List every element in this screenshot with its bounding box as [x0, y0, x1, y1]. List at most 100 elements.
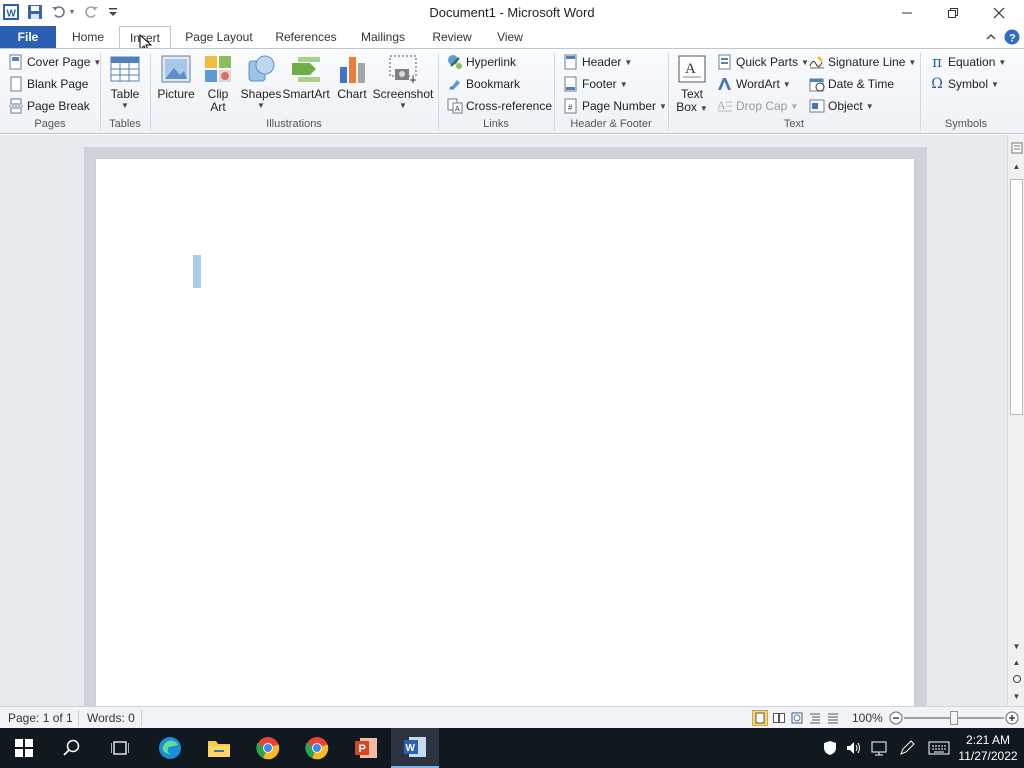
windows-taskbar: P W 2:21 AM 11/27/2022	[0, 728, 1024, 768]
drop-cap-button[interactable]: A Drop Cap ▼	[717, 96, 798, 116]
pen-icon[interactable]	[899, 740, 915, 756]
chart-button[interactable]: Chart	[334, 53, 370, 115]
outline-view-icon[interactable]	[807, 710, 823, 726]
symbol-button[interactable]: Ω Symbol ▼	[929, 74, 999, 94]
tab-review[interactable]: Review	[424, 26, 480, 48]
title-bar: W ▼ Document1 - Microsoft Word	[0, 0, 1024, 26]
clip-art-label-2: Art	[210, 100, 226, 114]
chrome-icon[interactable]	[244, 728, 292, 768]
tab-references[interactable]: References	[268, 26, 344, 48]
hyperlink-button[interactable]: Hyperlink	[447, 52, 516, 72]
tab-view[interactable]: View	[488, 26, 532, 48]
page-break-button[interactable]: Page Break	[8, 96, 90, 116]
window-title: Document1 - Microsoft Word	[429, 5, 595, 20]
tab-home[interactable]: Home	[62, 26, 114, 48]
zoom-out-icon[interactable]	[888, 710, 904, 726]
cover-page-button[interactable]: Cover Page ▼	[8, 52, 101, 72]
quick-parts-button[interactable]: Quick Parts ▼	[717, 52, 809, 72]
previous-page-button[interactable]: ▲	[1010, 655, 1023, 669]
footer-button[interactable]: Footer ▼	[563, 74, 628, 94]
draft-view-icon[interactable]	[825, 710, 841, 726]
ruler-toggle-icon[interactable]	[1010, 141, 1023, 155]
edge-icon[interactable]	[146, 728, 194, 768]
status-bar: Page: 1 of 1 Words: 0 100%	[0, 706, 1024, 728]
vertical-scrollbar[interactable]: ▲ ▼ ▲ ▼	[1007, 135, 1024, 706]
drop-cap-label: Drop Cap	[736, 99, 788, 113]
wordart-icon	[717, 76, 733, 92]
zoom-slider-thumb[interactable]	[950, 711, 958, 725]
quick-parts-icon	[717, 54, 733, 70]
header-icon	[563, 54, 579, 70]
group-label-tables: Tables	[109, 118, 141, 130]
header-button[interactable]: Header ▼	[563, 52, 632, 72]
date-time-icon	[809, 76, 825, 92]
select-browse-object-button[interactable]	[1010, 672, 1023, 686]
web-layout-icon[interactable]	[789, 710, 805, 726]
close-button[interactable]	[976, 0, 1022, 26]
svg-text:A: A	[717, 98, 726, 112]
signature-line-icon	[809, 54, 825, 70]
search-icon[interactable]	[48, 728, 96, 768]
table-button[interactable]: Table ▼	[104, 53, 146, 115]
object-button[interactable]: Object ▼	[809, 96, 874, 116]
picture-button[interactable]: Picture	[154, 53, 198, 115]
security-shield-icon[interactable]	[822, 740, 838, 756]
date-time-button[interactable]: Date & Time	[809, 74, 894, 94]
scroll-up-button[interactable]: ▲	[1010, 159, 1023, 173]
collapse-ribbon-icon[interactable]	[983, 29, 999, 45]
smartart-button[interactable]: SmartArt	[282, 53, 330, 115]
document-page[interactable]	[96, 159, 914, 719]
clock-date: 11/27/2022	[958, 749, 1018, 763]
cross-reference-button[interactable]: A Cross-reference	[447, 96, 552, 116]
smartart-label: SmartArt	[282, 87, 330, 101]
object-icon	[809, 98, 825, 114]
word-count[interactable]: Words: 0	[87, 711, 135, 725]
text-box-icon: A	[678, 55, 706, 83]
screenshot-button[interactable]: Screenshot ▼	[372, 53, 434, 115]
network-icon[interactable]	[871, 740, 887, 756]
page-break-icon	[8, 98, 24, 114]
keyboard-icon[interactable]	[928, 740, 950, 756]
clip-art-button[interactable]: Clip Art	[200, 53, 236, 115]
omega-icon: Ω	[931, 76, 943, 92]
chrome-icon[interactable]	[293, 728, 341, 768]
picture-icon	[161, 55, 191, 83]
full-screen-reading-icon[interactable]	[771, 710, 787, 726]
object-label: Object	[828, 99, 863, 113]
equation-button[interactable]: π Equation ▼	[929, 52, 1006, 72]
powerpoint-icon[interactable]: P	[342, 728, 390, 768]
tab-mailings[interactable]: Mailings	[352, 26, 414, 48]
bookmark-button[interactable]: Bookmark	[447, 74, 520, 94]
svg-text:P: P	[359, 743, 366, 755]
zoom-level[interactable]: 100%	[852, 711, 883, 725]
page-count[interactable]: Page: 1 of 1	[8, 711, 73, 725]
quick-parts-label: Quick Parts	[736, 55, 799, 69]
scroll-thumb[interactable]	[1010, 179, 1023, 415]
volume-icon[interactable]	[846, 740, 862, 756]
wordart-button[interactable]: WordArt ▼	[717, 74, 791, 94]
signature-line-label: Signature Line	[828, 55, 906, 69]
zoom-in-icon[interactable]	[1004, 710, 1020, 726]
minimize-button[interactable]	[884, 0, 930, 26]
screenshot-label: Screenshot	[372, 87, 434, 101]
group-label-illustrations: Illustrations	[266, 118, 322, 130]
shapes-button[interactable]: Shapes ▼	[240, 53, 282, 115]
system-clock[interactable]: 2:21 AM 11/27/2022	[952, 732, 1024, 764]
tab-file[interactable]: File	[0, 26, 56, 48]
task-view-icon[interactable]	[96, 728, 144, 768]
print-layout-view-icon[interactable]	[752, 710, 768, 726]
file-explorer-icon[interactable]	[195, 728, 243, 768]
next-page-button[interactable]: ▼	[1010, 689, 1023, 703]
tab-page-layout[interactable]: Page Layout	[178, 26, 260, 48]
text-box-button[interactable]: A Text Box ▼	[672, 53, 712, 115]
start-icon[interactable]	[0, 728, 48, 768]
document-area	[0, 135, 1007, 722]
word-icon[interactable]: W	[391, 728, 439, 768]
blank-page-button[interactable]: Blank Page	[8, 74, 88, 94]
signature-line-button[interactable]: Signature Line ▼	[809, 52, 916, 72]
scroll-down-button[interactable]: ▼	[1010, 639, 1023, 653]
help-icon[interactable]: ?	[1004, 29, 1020, 45]
page-number-button[interactable]: # Page Number ▼	[563, 96, 667, 116]
restore-button[interactable]	[930, 0, 976, 26]
cross-reference-icon: A	[447, 98, 463, 114]
